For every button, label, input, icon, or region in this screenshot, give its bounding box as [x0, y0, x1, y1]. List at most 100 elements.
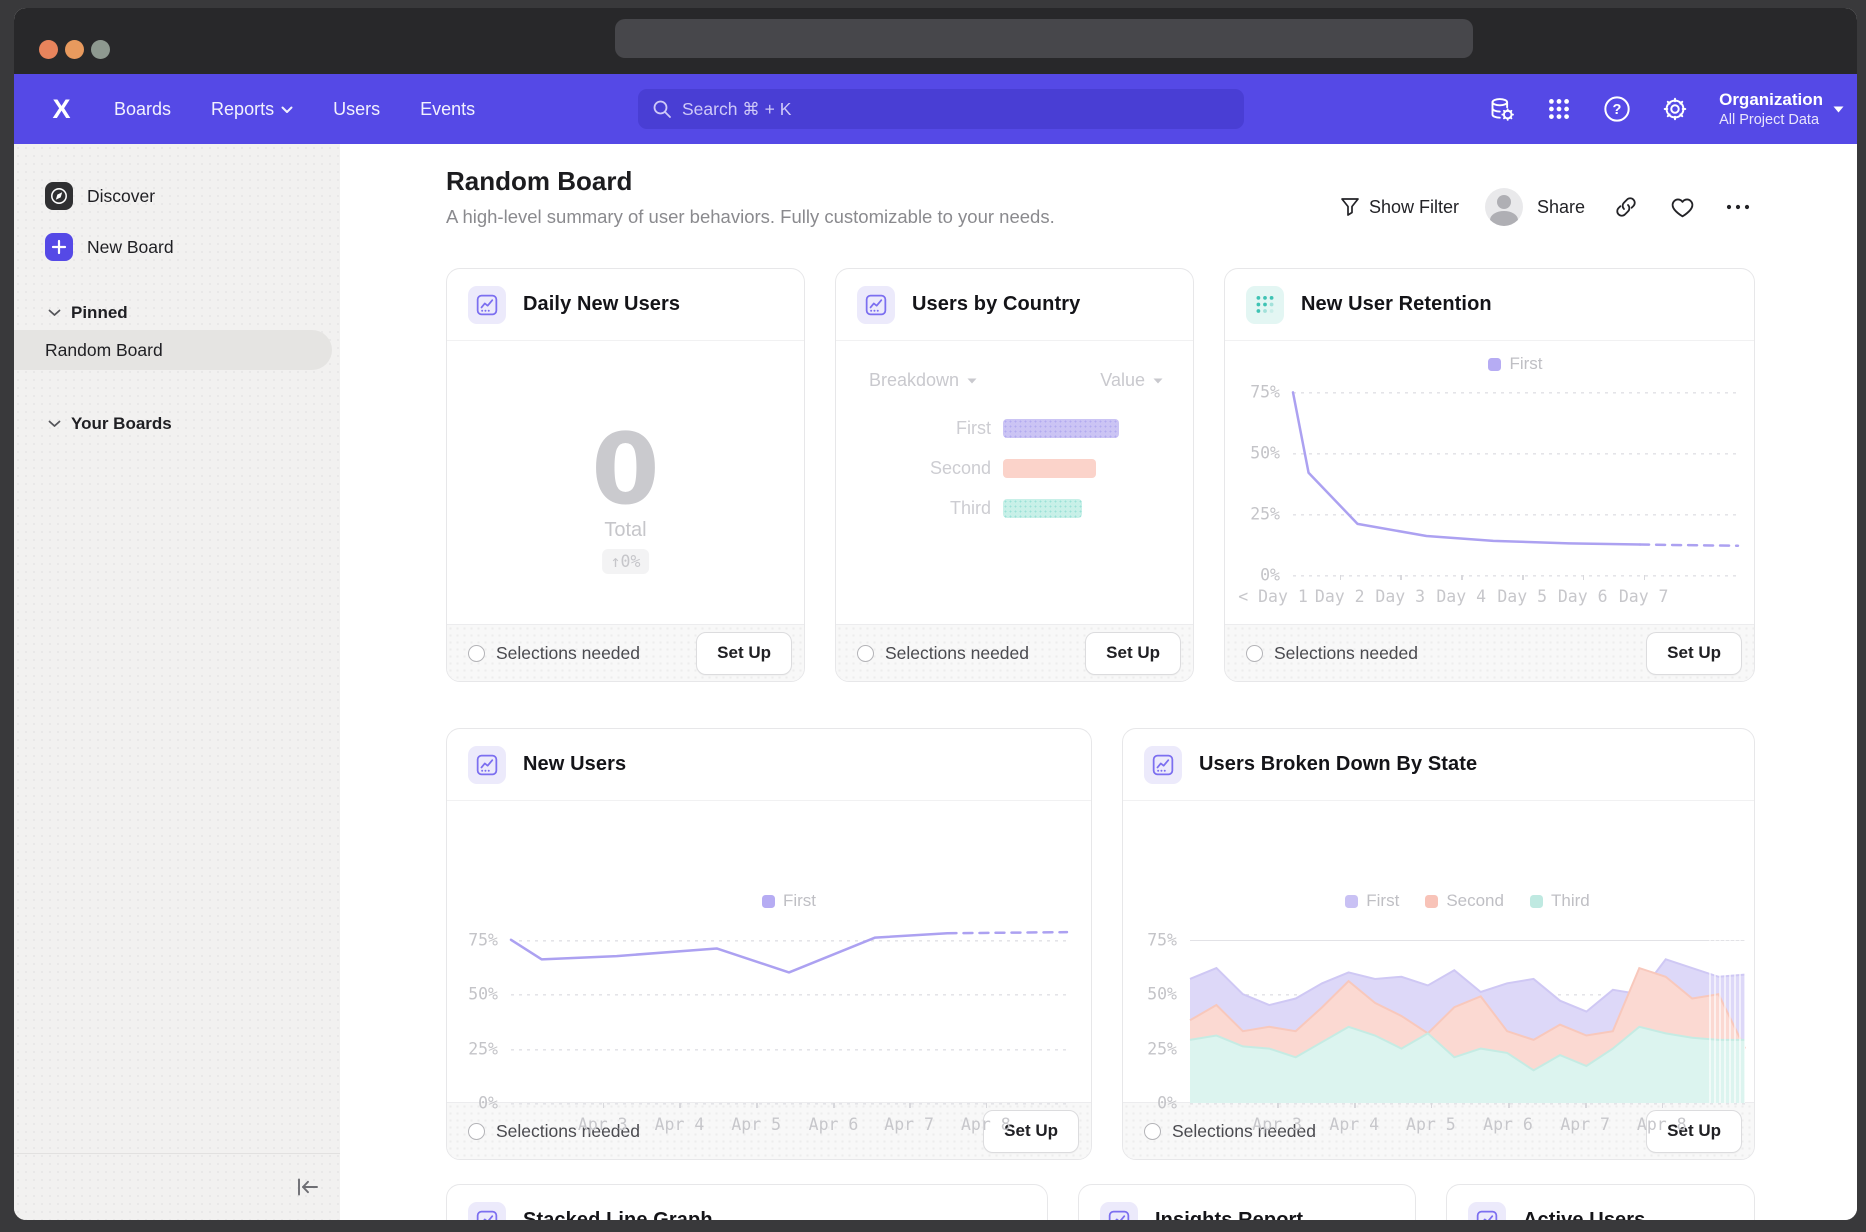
insights-chart-icon — [1144, 746, 1182, 784]
card-insights-report[interactable]: Insights Report — [1078, 1184, 1416, 1220]
share-button[interactable]: Share — [1537, 197, 1585, 218]
window-close-icon[interactable] — [39, 40, 58, 59]
org-name: Organization — [1719, 89, 1823, 110]
card-daily-new-users[interactable]: Daily New Users 0 Total ↑0% Selections n… — [446, 268, 805, 682]
card-title: Active Users — [1523, 1209, 1645, 1220]
chevron-down-icon — [1833, 106, 1844, 113]
sidebar-section-pinned[interactable]: Pinned — [48, 303, 128, 323]
sidebar-section-your-boards[interactable]: Your Boards — [48, 414, 172, 434]
sidebar-item-label: Random Board — [45, 340, 163, 361]
radio-icon[interactable] — [468, 1123, 485, 1140]
legend-item: First — [1345, 891, 1399, 911]
address-bar[interactable] — [615, 19, 1473, 58]
bar-category-label: Second — [871, 458, 991, 479]
card-title: Users Broken Down By State — [1199, 753, 1477, 776]
top-navbar: X Boards Reports Users Events Search ⌘ +… — [14, 74, 1857, 144]
radio-icon[interactable] — [1246, 645, 1263, 662]
chevron-down-icon — [48, 309, 61, 317]
org-switcher[interactable]: Organization All Project Data — [1719, 89, 1844, 128]
retention-grid-icon — [1246, 286, 1284, 324]
window-zoom-icon[interactable] — [91, 40, 110, 59]
svg-text:?: ? — [1613, 102, 1622, 118]
favorite-heart-icon[interactable] — [1667, 192, 1697, 222]
nav-item-label: Boards — [114, 99, 171, 120]
copy-link-icon[interactable] — [1611, 192, 1641, 222]
nav-item-label: Events — [420, 99, 475, 120]
card-title: Daily New Users — [523, 293, 680, 316]
legend-item: Third — [1530, 891, 1590, 911]
sidebar: Discover New Board Pinned Random Board Y… — [14, 144, 340, 1220]
sidebar-item-random-board[interactable]: Random Board — [14, 330, 332, 370]
apps-grid-icon[interactable] — [1545, 95, 1573, 123]
avatar[interactable] — [1485, 188, 1523, 226]
window-minimize-icon[interactable] — [65, 40, 84, 59]
bar-second — [1003, 459, 1096, 478]
card-new-user-retention[interactable]: New User Retention 75%50%25%0%< Day 1Day… — [1224, 268, 1755, 682]
share-label: Share — [1537, 197, 1585, 218]
mixpanel-logo[interactable]: X — [48, 96, 74, 122]
set-up-button[interactable]: Set Up — [1646, 632, 1742, 675]
set-up-button[interactable]: Set Up — [1085, 632, 1181, 675]
chevron-down-icon — [281, 106, 293, 114]
by-state-chart: 75%50%25%0%Apr 3Apr 4Apr 5Apr 6Apr 7Apr … — [1190, 918, 1745, 1103]
nav-item-events[interactable]: Events — [420, 99, 475, 120]
more-options-icon[interactable] — [1723, 192, 1753, 222]
radio-icon[interactable] — [1144, 1123, 1161, 1140]
legend-item: Second — [1425, 891, 1504, 911]
set-up-button[interactable]: Set Up — [696, 632, 792, 675]
chevron-down-icon — [967, 378, 977, 384]
radio-icon[interactable] — [468, 645, 485, 662]
card-footer: Selections needed Set Up — [447, 624, 804, 681]
insights-chart-icon — [468, 746, 506, 784]
window-titlebar — [14, 8, 1857, 74]
sidebar-divider — [14, 1153, 340, 1154]
insights-chart-icon — [1100, 1202, 1138, 1221]
show-filter-button[interactable]: Show Filter — [1340, 197, 1459, 218]
page-description: A high-level summary of user behaviors. … — [446, 206, 1055, 228]
settings-gear-icon[interactable] — [1661, 95, 1689, 123]
value-dropdown[interactable]: Value — [1100, 370, 1163, 391]
nav-item-label: Reports — [211, 99, 274, 120]
radio-icon[interactable] — [857, 645, 874, 662]
data-management-icon[interactable] — [1487, 95, 1515, 123]
sidebar-section-label: Your Boards — [71, 414, 172, 434]
bar-category-label: First — [871, 418, 991, 439]
help-icon[interactable]: ? — [1603, 95, 1631, 123]
nav-item-users[interactable]: Users — [333, 99, 380, 120]
breakdown-dropdown[interactable]: Breakdown — [869, 370, 977, 391]
dropdown-label: Value — [1100, 370, 1145, 391]
sidebar-item-label: New Board — [87, 237, 174, 258]
sidebar-item-discover[interactable]: Discover — [45, 182, 155, 210]
app-window: X Boards Reports Users Events Search ⌘ +… — [14, 8, 1857, 1220]
search-input[interactable]: Search ⌘ + K — [638, 89, 1244, 129]
card-footer: Selections needed Set Up — [836, 624, 1193, 681]
card-new-users[interactable]: New Users 75%50%25%0%Apr 3Apr 4Apr 5Apr … — [446, 728, 1092, 1160]
metric-label: Total — [447, 519, 804, 542]
card-footer: Selections needed Set Up — [1225, 624, 1754, 681]
bar-third — [1003, 499, 1082, 518]
metric-delta-badge: ↑0% — [602, 549, 650, 574]
sidebar-section-label: Pinned — [71, 303, 128, 323]
footer-status: Selections needed — [885, 643, 1029, 664]
insights-chart-icon — [468, 286, 506, 324]
collapse-sidebar-icon[interactable] — [293, 1174, 323, 1200]
card-active-users[interactable]: Active Users — [1446, 1184, 1755, 1220]
plus-icon — [45, 233, 73, 261]
sidebar-item-label: Discover — [87, 186, 155, 207]
search-icon — [652, 99, 672, 119]
chevron-down-icon — [1153, 378, 1163, 384]
card-users-by-state[interactable]: Users Broken Down By State 75%50%25%0%Ap… — [1122, 728, 1755, 1160]
insights-chart-icon — [857, 286, 895, 324]
funnel-icon — [1340, 197, 1360, 217]
page-title: Random Board — [446, 166, 632, 197]
nav-item-reports[interactable]: Reports — [211, 99, 293, 120]
show-filter-label: Show Filter — [1369, 197, 1459, 218]
card-stacked-line-graph[interactable]: Stacked Line Graph — [446, 1184, 1048, 1220]
card-title: Users by Country — [912, 293, 1080, 316]
card-users-by-country[interactable]: Users by Country Breakdown Value First S… — [835, 268, 1194, 682]
nav-item-label: Users — [333, 99, 380, 120]
search-placeholder: Search ⌘ + K — [682, 99, 791, 120]
new-users-chart: 75%50%25%0%Apr 3Apr 4Apr 5Apr 6Apr 7Apr … — [511, 918, 1067, 1103]
nav-item-boards[interactable]: Boards — [114, 99, 171, 120]
sidebar-item-new-board[interactable]: New Board — [45, 233, 174, 261]
